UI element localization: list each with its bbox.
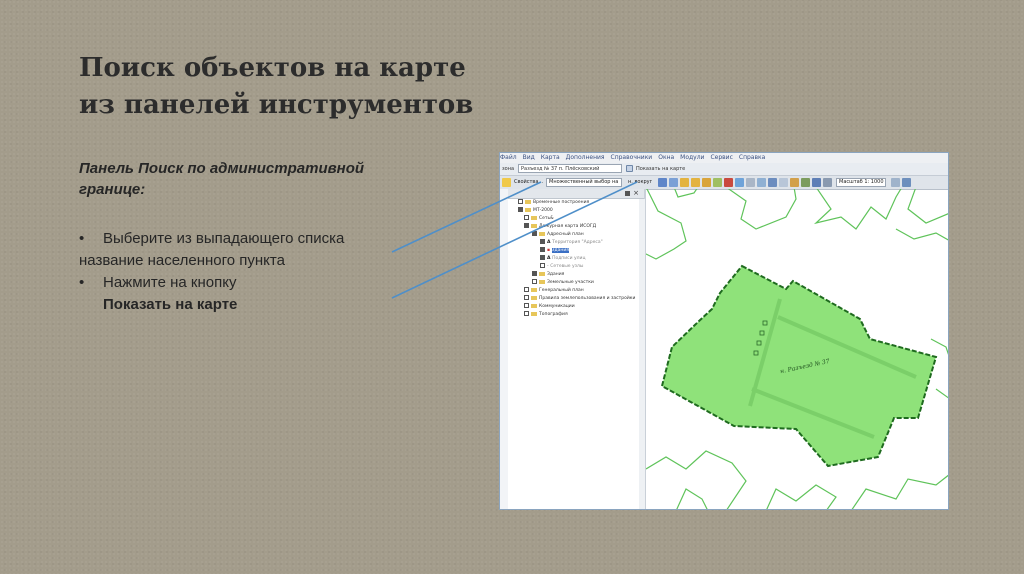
menu-item-windows[interactable]: Окна bbox=[658, 154, 674, 161]
panel-close-icon[interactable]: × bbox=[633, 190, 639, 197]
search-zone-label: зона bbox=[502, 166, 515, 172]
properties-icon bbox=[502, 178, 511, 187]
intersect-option[interactable]: н. вокруг bbox=[628, 176, 652, 189]
ruler-icon[interactable] bbox=[823, 178, 832, 187]
measure-icon[interactable] bbox=[724, 178, 733, 187]
layer-item[interactable]: Сеть& bbox=[524, 215, 554, 223]
menu-item-modules[interactable]: Модули bbox=[680, 154, 704, 161]
step-1-text: Выберите из выпадающего списка bbox=[103, 230, 345, 247]
select-tool-icon[interactable] bbox=[658, 178, 667, 187]
zoom-out-icon[interactable] bbox=[691, 178, 700, 187]
search-icon[interactable] bbox=[812, 178, 821, 187]
layer-item[interactable]: Здания bbox=[532, 271, 564, 279]
step-1: • Выберите из выпадающего списка bbox=[79, 228, 409, 250]
layer-panel-scrollbar[interactable] bbox=[639, 199, 645, 509]
layer-panel-header: × bbox=[508, 189, 644, 199]
slide-title: Поиск объектов на карте из панелей инстр… bbox=[79, 50, 499, 124]
show-on-map-button[interactable]: Показать на карте bbox=[636, 163, 685, 175]
scale-dropdown-icon[interactable] bbox=[891, 178, 900, 187]
zoom-in-icon[interactable] bbox=[680, 178, 689, 187]
step-2-text: Нажмите на кнопку bbox=[103, 274, 237, 291]
layer-item[interactable]: Коммуникации bbox=[524, 303, 575, 311]
settings-icon[interactable] bbox=[779, 178, 788, 187]
map-svg: н. Разъезд № 37 bbox=[646, 189, 948, 509]
layer-item[interactable]: МТ-2000 bbox=[518, 207, 553, 215]
map-canvas[interactable]: н. Разъезд № 37 bbox=[646, 189, 948, 509]
layer-item[interactable]: Земельные участки bbox=[532, 279, 594, 287]
show-on-map-icon bbox=[626, 165, 633, 172]
scale-field[interactable]: Масштаб 1: 1000 bbox=[836, 178, 886, 187]
settlement-select[interactable]: Разъезд № 37 п. Плёсковский bbox=[518, 164, 622, 173]
bookmark-icon[interactable] bbox=[790, 178, 799, 187]
step-1-continued: название населенного пункта bbox=[79, 252, 285, 269]
menu-item-map[interactable]: Карта bbox=[541, 154, 560, 161]
layer-item[interactable]: Дежурная карта ИСОГД bbox=[524, 223, 596, 231]
zoom-extent-icon[interactable] bbox=[702, 178, 711, 187]
step-2-bullet: • bbox=[79, 274, 85, 291]
refresh-icon[interactable] bbox=[713, 178, 722, 187]
panel-caption-line-1: Панель Поиск по административной bbox=[79, 160, 365, 177]
layer-item[interactable]: Генеральный план bbox=[524, 287, 584, 295]
gis-app-screenshot: Файл Вид Карта Дополнения Справочники Окна Мод… bbox=[499, 152, 949, 510]
menu-item-file[interactable]: Файл bbox=[500, 154, 517, 161]
admin-search-toolbar: зона Разъезд № 37 п. Плёсковский Показат… bbox=[500, 163, 948, 176]
menu-item-directories[interactable]: Справочники bbox=[611, 154, 653, 161]
menu-item-view[interactable]: Вид bbox=[523, 154, 535, 161]
step-2: • Нажмите на кнопку bbox=[79, 272, 409, 294]
panel-caption-line-2: границе: bbox=[79, 181, 146, 198]
layer-item[interactable]: Адресный план bbox=[532, 231, 584, 239]
menu-bar: Файл Вид Карта Дополнения Справочники Окна Мод… bbox=[500, 153, 948, 163]
layer-item[interactable]: Временные построения bbox=[518, 199, 589, 207]
menu-item-additions[interactable]: Дополнения bbox=[566, 154, 605, 161]
layer-item[interactable]: A Подписи улиц bbox=[540, 255, 586, 263]
slide-title-line-2: из панелей инструментов bbox=[79, 90, 474, 120]
pan-tool-icon[interactable] bbox=[669, 178, 678, 187]
panel-pin-icon[interactable] bbox=[625, 191, 630, 196]
menu-item-service[interactable]: Сервис bbox=[710, 154, 732, 161]
layer-tree-panel: × Временные построения МТ-2000 Сеть& Деж… bbox=[508, 189, 646, 509]
layer-item[interactable]: Топография bbox=[524, 311, 568, 319]
properties-button[interactable]: Свойства... bbox=[514, 176, 543, 189]
panel-caption: Панель Поиск по административной границе… bbox=[79, 158, 409, 200]
show-on-map-instruction: Показать на карте bbox=[103, 296, 238, 313]
layer-item[interactable]: A Территория "Адреса" bbox=[540, 239, 603, 247]
slide-title-line-1: Поиск объектов на карте bbox=[79, 53, 466, 83]
layers-icon[interactable] bbox=[746, 178, 755, 187]
instruction-steps: • Выберите из выпадающего списка название… bbox=[79, 228, 409, 316]
print-icon[interactable] bbox=[902, 178, 911, 187]
print-preview-icon[interactable] bbox=[757, 178, 766, 187]
main-toolbar: Свойства... Множественный выбор на н. во… bbox=[500, 176, 948, 190]
layer-item[interactable]: ▪ Здания bbox=[540, 247, 569, 255]
step-1-bullet: • bbox=[79, 230, 85, 247]
filter-icon[interactable] bbox=[801, 178, 810, 187]
layer-item[interactable]: · Сетевые узлы bbox=[540, 263, 583, 271]
export-icon[interactable] bbox=[768, 178, 777, 187]
info-icon[interactable] bbox=[735, 178, 744, 187]
menu-item-help[interactable]: Справка bbox=[739, 154, 765, 161]
selection-mode-select[interactable]: Множественный выбор на bbox=[546, 178, 622, 187]
layer-item[interactable]: Правила землепользования и застройки bbox=[524, 295, 635, 303]
